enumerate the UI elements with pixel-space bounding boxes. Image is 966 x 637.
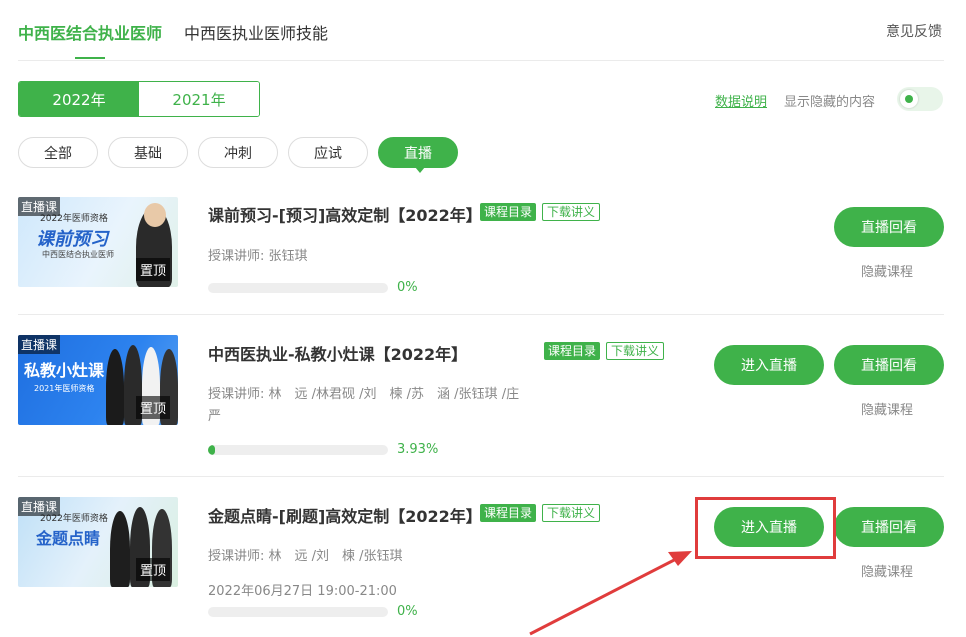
annotation-arrow-icon <box>529 551 692 636</box>
